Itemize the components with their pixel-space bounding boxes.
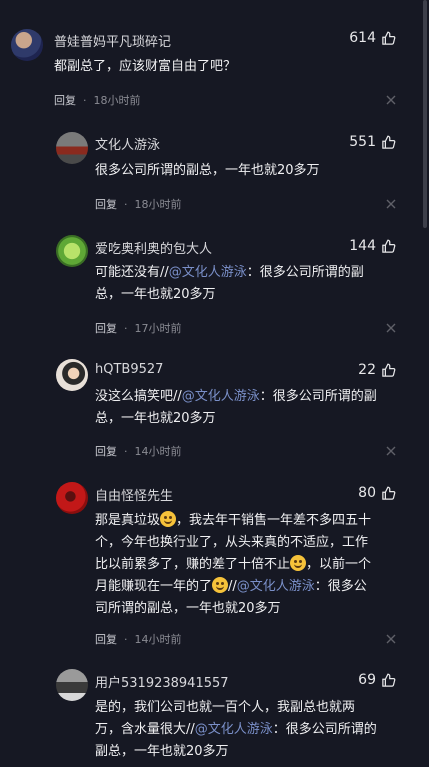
text-segment: // <box>228 579 237 594</box>
timestamp: 14小时前 <box>134 633 182 646</box>
separator: · <box>124 444 128 458</box>
text-segment: 那是真垃圾 <box>95 513 161 528</box>
close-icon[interactable] <box>386 95 396 105</box>
username[interactable]: hQTB9527 <box>95 362 163 377</box>
thumbs-up-icon <box>382 363 396 377</box>
laughing-emoji-icon <box>212 577 229 593</box>
comment-text: 那是真垃圾 ，我去年干销售一年差不多四五十个，今年也换行业了，从头来真的不适应，工… <box>95 510 377 620</box>
like-count: 144 <box>349 238 376 254</box>
avatar[interactable] <box>56 359 88 391</box>
username[interactable]: 爱吃奥利奥的包大人 <box>95 238 212 257</box>
comment-text: 是的，我们公司也就一百个人，我副总也就两万，含水量很大//@文化人游泳：很多公司… <box>95 697 377 763</box>
thumbs-up-icon <box>382 486 396 500</box>
separator: · <box>124 197 128 211</box>
scrollbar[interactable] <box>423 0 427 228</box>
avatar[interactable] <box>11 29 43 61</box>
username[interactable]: 用户5319238941557 <box>95 672 229 691</box>
laughing-emoji-icon <box>160 511 177 527</box>
separator: · <box>124 321 128 335</box>
thumbs-up-icon <box>382 135 396 149</box>
username[interactable]: 自由怪怪先生 <box>95 485 173 504</box>
close-icon[interactable] <box>386 199 396 209</box>
close-icon[interactable] <box>386 446 396 456</box>
mention-link[interactable]: @文化人游泳 <box>195 722 273 737</box>
thumbs-up-icon <box>382 673 396 687</box>
comment-text: 可能还没有//@文化人游泳：很多公司所谓的副总，一年也就20多万 <box>95 262 377 306</box>
timestamp: 18小时前 <box>134 198 182 211</box>
comment-text: 都副总了，应该财富自由了吧？ <box>54 59 237 74</box>
reply-button[interactable]: 回复 <box>54 92 76 108</box>
like-button[interactable]: 69 <box>358 672 396 688</box>
text-segment: 没这么搞笑吧// <box>95 389 182 404</box>
reply-button[interactable]: 回复 <box>95 196 117 212</box>
comment-meta: 回复 · 18小时前 <box>95 196 182 212</box>
mention-link[interactable]: @文化人游泳 <box>169 265 247 280</box>
reply-button[interactable]: 回复 <box>95 320 117 336</box>
timestamp: 17小时前 <box>134 322 182 335</box>
comment-meta: 回复 · 14小时前 <box>95 443 182 459</box>
avatar[interactable] <box>56 132 88 164</box>
comment-meta: 回复 · 18小时前 <box>54 92 141 108</box>
separator: · <box>83 93 87 107</box>
avatar[interactable] <box>56 235 88 267</box>
avatar[interactable] <box>56 669 88 701</box>
comment-text: 很多公司所谓的副总，一年也就20多万 <box>95 163 320 178</box>
like-button[interactable]: 80 <box>358 485 396 501</box>
close-icon[interactable] <box>386 323 396 333</box>
like-count: 614 <box>349 30 376 46</box>
like-count: 80 <box>358 485 376 501</box>
thumbs-up-icon <box>382 31 396 45</box>
username[interactable]: 文化人游泳 <box>95 134 160 153</box>
mention-link[interactable]: @文化人游泳 <box>237 579 315 594</box>
mention-link[interactable]: @文化人游泳 <box>182 389 260 404</box>
like-count: 551 <box>349 134 376 150</box>
reply-button[interactable]: 回复 <box>95 631 117 647</box>
comment-meta: 回复 · 14小时前 <box>95 631 182 647</box>
close-icon[interactable] <box>386 634 396 644</box>
like-button[interactable]: 614 <box>349 30 396 46</box>
avatar[interactable] <box>56 482 88 514</box>
like-button[interactable]: 144 <box>349 238 396 254</box>
thumbs-up-icon <box>382 239 396 253</box>
reply-button[interactable]: 回复 <box>95 443 117 459</box>
like-count: 22 <box>358 362 376 378</box>
timestamp: 18小时前 <box>93 94 141 107</box>
separator: · <box>124 632 128 646</box>
laughing-emoji-icon <box>290 555 307 571</box>
username[interactable]: 普娃普妈平凡琐碎记 <box>54 31 171 50</box>
like-button[interactable]: 551 <box>349 134 396 150</box>
timestamp: 14小时前 <box>134 445 182 458</box>
comment-text: 没这么搞笑吧//@文化人游泳：很多公司所谓的副总，一年也就20多万 <box>95 386 377 430</box>
like-button[interactable]: 22 <box>358 362 396 378</box>
text-segment: 可能还没有// <box>95 265 169 280</box>
comment-meta: 回复 · 17小时前 <box>95 320 182 336</box>
like-count: 69 <box>358 672 376 688</box>
